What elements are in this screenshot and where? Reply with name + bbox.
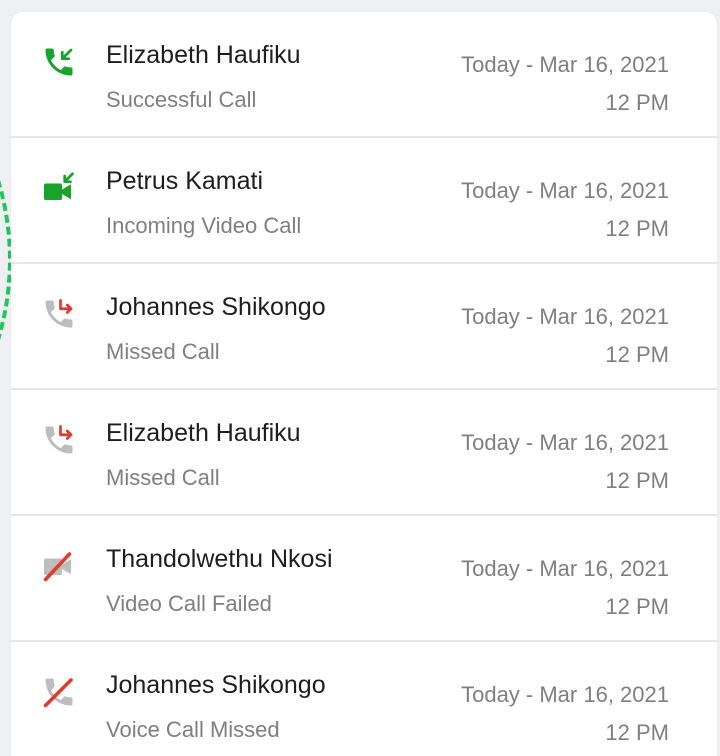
caller-name: Johannes Shikongo	[106, 671, 326, 699]
call-log-list: Elizabeth Haufiku Successful Call Today …	[11, 12, 717, 756]
call-status: Missed Call	[106, 339, 220, 364]
call-log-row[interactable]: Petrus Kamati Incoming Video Call Today …	[11, 138, 717, 264]
call-date: Today - Mar 16, 2021	[461, 52, 669, 77]
call-log-screen: Elizabeth Haufiku Successful Call Today …	[0, 0, 720, 756]
call-time: 12 PM	[605, 90, 669, 115]
call-time: 12 PM	[605, 216, 669, 241]
call-date: Today - Mar 16, 2021	[461, 556, 669, 581]
call-status: Missed Call	[106, 465, 220, 490]
call-log-row[interactable]: Johannes Shikongo Missed Call Today - Ma…	[11, 264, 717, 390]
call-time: 12 PM	[605, 720, 669, 745]
caller-name: Elizabeth Haufiku	[106, 41, 301, 69]
call-status: Video Call Failed	[106, 591, 272, 616]
incoming-video-call-icon	[41, 170, 77, 206]
call-status: Voice Call Missed	[106, 717, 280, 742]
caller-name: Johannes Shikongo	[106, 293, 326, 321]
caller-name: Petrus Kamati	[106, 167, 264, 195]
incoming-call-icon	[41, 44, 77, 80]
call-date: Today - Mar 16, 2021	[461, 430, 669, 455]
call-time: 12 PM	[605, 468, 669, 493]
failed-video-call-icon	[41, 548, 77, 584]
call-time: 12 PM	[605, 342, 669, 367]
caller-name: Elizabeth Haufiku	[106, 419, 301, 447]
call-time: 12 PM	[605, 594, 669, 619]
call-date: Today - Mar 16, 2021	[461, 178, 669, 203]
voice-call-missed-icon	[41, 674, 77, 710]
missed-call-icon	[41, 422, 77, 458]
call-log-row[interactable]: Johannes Shikongo Voice Call Missed Toda…	[11, 642, 717, 756]
call-log-row[interactable]: Elizabeth Haufiku Successful Call Today …	[11, 12, 717, 138]
call-date: Today - Mar 16, 2021	[461, 304, 669, 329]
call-status: Incoming Video Call	[106, 213, 302, 238]
call-log-row[interactable]: Elizabeth Haufiku Missed Call Today - Ma…	[11, 390, 717, 516]
call-status: Successful Call	[106, 87, 257, 112]
caller-name: Thandolwethu Nkosi	[106, 545, 333, 573]
call-log-row[interactable]: Thandolwethu Nkosi Video Call Failed Tod…	[11, 516, 717, 642]
missed-call-icon	[41, 296, 77, 332]
call-date: Today - Mar 16, 2021	[461, 682, 669, 707]
